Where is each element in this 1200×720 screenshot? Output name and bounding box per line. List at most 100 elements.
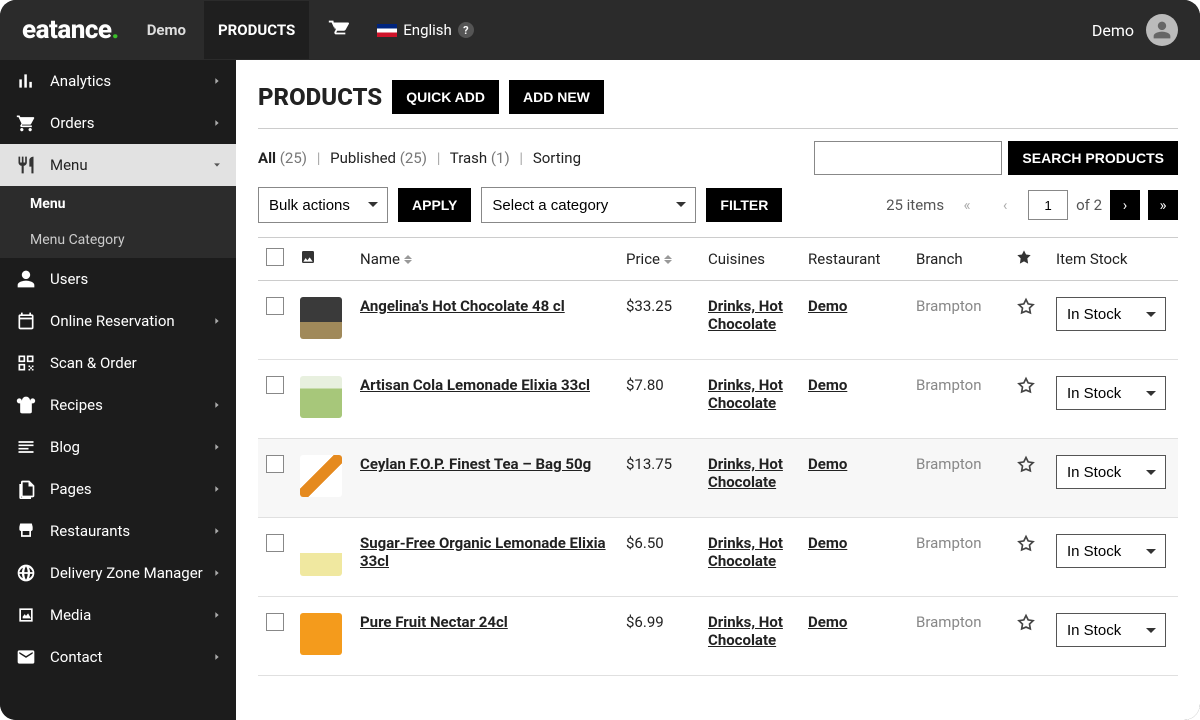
add-new-button[interactable]: ADD NEW xyxy=(509,80,604,114)
product-thumbnail[interactable] xyxy=(300,455,342,497)
sidebar-item-online-reservation[interactable]: Online Reservation xyxy=(0,300,236,342)
row-checkbox[interactable] xyxy=(266,376,284,394)
search-input[interactable] xyxy=(814,141,1002,175)
product-price: $13.75 xyxy=(618,439,700,518)
help-icon[interactable]: ? xyxy=(458,22,474,38)
product-cuisines-link[interactable]: Drinks, Hot Chocolate xyxy=(708,534,783,570)
view-sorting[interactable]: Sorting xyxy=(533,149,581,167)
brand-name: eatance xyxy=(22,15,111,45)
pages-icon xyxy=(16,479,36,499)
product-thumbnail[interactable] xyxy=(300,376,342,418)
table-row: Artisan Cola Lemonade Elixia 33cl $7.80Dr… xyxy=(258,360,1178,439)
sidebar-item-scan-order[interactable]: Scan & Order xyxy=(0,342,236,384)
page-current-input[interactable] xyxy=(1028,190,1068,220)
search-button[interactable]: SEARCH PRODUCTS xyxy=(1008,141,1178,175)
sidebar-item-label: Online Reservation xyxy=(50,312,175,330)
row-checkbox[interactable] xyxy=(266,534,284,552)
product-cuisines-link[interactable]: Drinks, Hot Chocolate xyxy=(708,455,783,491)
sidebar-item-users[interactable]: Users xyxy=(0,258,236,300)
product-cuisines-link[interactable]: Drinks, Hot Chocolate xyxy=(708,297,783,333)
mail-icon xyxy=(16,647,36,667)
product-restaurant-link[interactable]: Demo xyxy=(808,455,847,473)
featured-toggle[interactable] xyxy=(1008,597,1048,676)
view-published[interactable]: Published xyxy=(330,149,396,167)
product-price: $7.80 xyxy=(618,360,700,439)
sidebar-item-restaurants[interactable]: Restaurants xyxy=(0,510,236,552)
avatar[interactable] xyxy=(1146,14,1178,46)
featured-toggle[interactable] xyxy=(1008,518,1048,597)
view-all[interactable]: All xyxy=(258,149,276,167)
topnav-demo[interactable]: Demo xyxy=(147,21,186,39)
sidebar-subitem-menu-category[interactable]: Menu Category xyxy=(0,222,236,258)
product-price: $33.25 xyxy=(618,281,700,360)
apply-button[interactable]: APPLY xyxy=(398,188,471,222)
sidebar-item-blog[interactable]: Blog xyxy=(0,426,236,468)
row-checkbox[interactable] xyxy=(266,297,284,315)
row-checkbox[interactable] xyxy=(266,455,284,473)
sidebar-item-label: Users xyxy=(50,270,88,288)
col-featured xyxy=(1008,238,1048,281)
stock-select[interactable]: In Stock xyxy=(1056,613,1166,647)
product-thumbnail[interactable] xyxy=(300,297,342,339)
page-last[interactable]: » xyxy=(1148,190,1178,220)
sidebar-item-media[interactable]: Media xyxy=(0,594,236,636)
product-restaurant-link[interactable]: Demo xyxy=(808,613,847,631)
product-name-link[interactable]: Sugar-Free Organic Lemonade Elixia 33cl xyxy=(360,534,606,570)
brand-logo[interactable]: eatance. xyxy=(22,15,119,45)
page-next[interactable]: › xyxy=(1110,190,1140,220)
product-cuisines-link[interactable]: Drinks, Hot Chocolate xyxy=(708,376,783,412)
stock-select[interactable]: In Stock xyxy=(1056,297,1166,331)
cart-icon[interactable] xyxy=(327,17,349,43)
page-title: PRODUCTS xyxy=(258,83,382,111)
select-all-checkbox[interactable] xyxy=(266,248,284,266)
product-restaurant-link[interactable]: Demo xyxy=(808,534,847,552)
product-name-link[interactable]: Pure Fruit Nectar 24cl xyxy=(360,613,508,631)
product-branch: Brampton xyxy=(908,518,1008,597)
product-thumbnail[interactable] xyxy=(300,534,342,576)
featured-toggle[interactable] xyxy=(1008,439,1048,518)
sidebar-item-menu[interactable]: Menu xyxy=(0,144,236,186)
stock-select[interactable]: In Stock xyxy=(1056,376,1166,410)
user-name[interactable]: Demo xyxy=(1092,21,1134,40)
sidebar-item-label: Recipes xyxy=(50,396,103,414)
blog-icon xyxy=(16,437,36,457)
sidebar-item-delivery-zone-manager[interactable]: Delivery Zone Manager xyxy=(0,552,236,594)
bulk-actions-select[interactable]: Bulk actions xyxy=(258,187,388,223)
view-trash[interactable]: Trash xyxy=(450,149,487,167)
col-stock: Item Stock xyxy=(1048,238,1178,281)
language-selector[interactable]: English ? xyxy=(377,21,474,39)
featured-toggle[interactable] xyxy=(1008,360,1048,439)
col-name[interactable]: Name xyxy=(352,238,618,281)
product-name-link[interactable]: Angelina's Hot Chocolate 48 cl xyxy=(360,297,565,315)
chevron-right-icon xyxy=(212,480,222,498)
sidebar-item-orders[interactable]: Orders xyxy=(0,102,236,144)
col-price[interactable]: Price xyxy=(618,238,700,281)
items-count: 25 items xyxy=(886,196,944,214)
category-select[interactable]: Select a category xyxy=(481,187,696,223)
product-name-link[interactable]: Ceylan F.O.P. Finest Tea – Bag 50g xyxy=(360,455,591,473)
sidebar-item-contact[interactable]: Contact xyxy=(0,636,236,678)
sidebar-item-pages[interactable]: Pages xyxy=(0,468,236,510)
product-cuisines-link[interactable]: Drinks, Hot Chocolate xyxy=(708,613,783,649)
chevron-right-icon xyxy=(212,438,222,456)
main-content: PRODUCTS QUICK ADD ADD NEW All (25) | Pu… xyxy=(236,60,1200,720)
featured-toggle[interactable] xyxy=(1008,281,1048,360)
sidebar-subitem-menu[interactable]: Menu xyxy=(0,186,236,222)
filter-button[interactable]: FILTER xyxy=(706,188,782,222)
product-restaurant-link[interactable]: Demo xyxy=(808,297,847,315)
sidebar-item-label: Analytics xyxy=(50,72,111,90)
quick-add-button[interactable]: QUICK ADD xyxy=(392,80,499,114)
topnav-products[interactable]: PRODUCTS xyxy=(204,1,309,59)
product-thumbnail[interactable] xyxy=(300,613,342,655)
product-restaurant-link[interactable]: Demo xyxy=(808,376,847,394)
row-checkbox[interactable] xyxy=(266,613,284,631)
stock-select[interactable]: In Stock xyxy=(1056,534,1166,568)
pager: 25 items « ‹ of 2 › » xyxy=(886,190,1178,220)
sidebar-item-recipes[interactable]: Recipes xyxy=(0,384,236,426)
product-name-link[interactable]: Artisan Cola Lemonade Elixia 33cl xyxy=(360,376,590,394)
col-restaurant: Restaurant xyxy=(800,238,908,281)
media-icon xyxy=(16,605,36,625)
sidebar: AnalyticsOrdersMenuMenuMenu CategoryUser… xyxy=(0,60,236,720)
stock-select[interactable]: In Stock xyxy=(1056,455,1166,489)
sidebar-item-analytics[interactable]: Analytics xyxy=(0,60,236,102)
